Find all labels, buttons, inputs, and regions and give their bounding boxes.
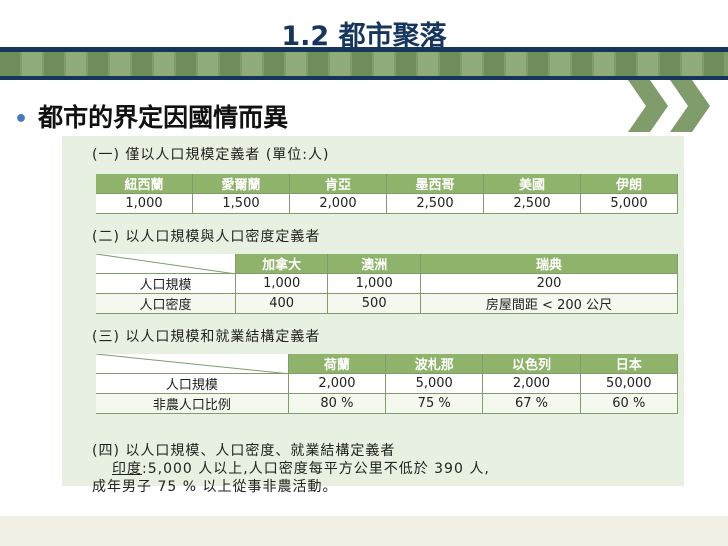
table-cell: 400 [235,293,329,314]
section4-country: 印度 [112,461,142,477]
table-header-cell: 伊朗 [580,174,678,194]
table-header-cell: 愛爾蘭 [192,174,290,194]
content-panel: (一) 僅以人口規模定義者 (單位:人) 紐西蘭 愛爾蘭 肯亞 墨西哥 美國 伊… [62,136,684,495]
section4-heading: (四) 以人口規模、人口密度、就業結構定義者 [92,443,396,459]
section2-heading: (二) 以人口規模與人口密度定義者 [92,229,321,245]
table-header-cell: 以色列 [482,354,581,374]
table-header-cell: 加拿大 [235,254,329,274]
chevron-right-icon [628,80,668,132]
table-row: 人口密度 400 500 房屋間距 < 200 公尺 [96,293,679,314]
table-cell: 80 % [288,393,387,414]
table-row: 人口規模 2,000 5,000 2,000 50,000 [96,373,679,394]
table-header-row: 加拿大 澳洲 瑞典 [96,254,679,274]
bullet-text: 都市的界定因國情而異 [38,103,289,132]
bullet-dot-icon: • [14,107,29,132]
table-cell: 5,000 [385,373,484,394]
table-cell: 2,500 [483,193,581,214]
table-cell: 200 [420,273,679,294]
table-cell: 75 % [385,393,484,414]
header-pattern-band [0,52,728,76]
table-cell: 1,000 [235,273,329,294]
section3-heading: (三) 以人口規模和就業結構定義者 [92,329,321,345]
section4-line2: 成年男子 75 % 以上從事非農活動。 [92,479,338,495]
table-cell: 2,000 [288,373,387,394]
table-header-cell: 墨西哥 [386,174,484,194]
table-cell: 1,500 [192,193,290,214]
section1-table: 紐西蘭 愛爾蘭 肯亞 墨西哥 美國 伊朗 1,000 1,500 2,000 2… [96,174,678,214]
table-header-cell: 瑞典 [420,254,679,274]
table-cell: 67 % [482,393,581,414]
table-header-cell: 日本 [580,354,679,374]
section2-table: 加拿大 澳洲 瑞典 人口規模 1,000 1,000 200 人口密度 400 … [96,254,679,314]
table-cell: 1,000 [96,193,193,214]
footer-strip [0,516,728,546]
section3-table: 荷蘭 波札那 以色列 日本 人口規模 2,000 5,000 2,000 50,… [96,354,679,414]
table-row-label: 人口規模 [96,373,289,394]
table-header-cell: 美國 [483,174,581,194]
table-corner-cell [96,354,290,374]
table-header-row: 紐西蘭 愛爾蘭 肯亞 墨西哥 美國 伊朗 [96,174,678,194]
table-cell: 2,000 [482,373,581,394]
table-row: 1,000 1,500 2,000 2,500 2,500 5,000 [96,193,678,214]
bullet-point: • 都市的界定因國情而異 [14,98,288,134]
table-header-cell: 波札那 [385,354,484,374]
table-cell: 50,000 [580,373,679,394]
section4-text: (四) 以人口規模、人口密度、就業結構定義者 印度:5,000 人以上,人口密度… [92,442,490,496]
table-header-cell: 澳洲 [327,254,421,274]
table-row: 人口規模 1,000 1,000 200 [96,273,679,294]
table-header-cell: 紐西蘭 [96,174,193,194]
table-cell: 房屋間距 < 200 公尺 [420,293,679,314]
table-row-label: 非農人口比例 [96,393,289,414]
table-cell: 5,000 [580,193,678,214]
table-row-label: 人口密度 [96,293,236,314]
table-cell: 60 % [580,393,679,414]
table-row: 非農人口比例 80 % 75 % 67 % 60 % [96,393,679,414]
table-row-label: 人口規模 [96,273,236,294]
header-bar-bottom [0,76,728,80]
table-header-cell: 荷蘭 [288,354,387,374]
table-corner-cell [96,254,236,274]
table-cell: 2,000 [289,193,387,214]
table-header-row: 荷蘭 波札那 以色列 日本 [96,354,679,374]
table-cell: 500 [327,293,421,314]
section1-heading: (一) 僅以人口規模定義者 (單位:人) [92,147,330,163]
table-cell: 2,500 [386,193,484,214]
table-header-cell: 肯亞 [289,174,387,194]
chevron-right-icon [670,80,710,132]
table-cell: 1,000 [327,273,421,294]
section4-line1: :5,000 人以上,人口密度每平方公里不低於 390 人, [142,461,490,477]
